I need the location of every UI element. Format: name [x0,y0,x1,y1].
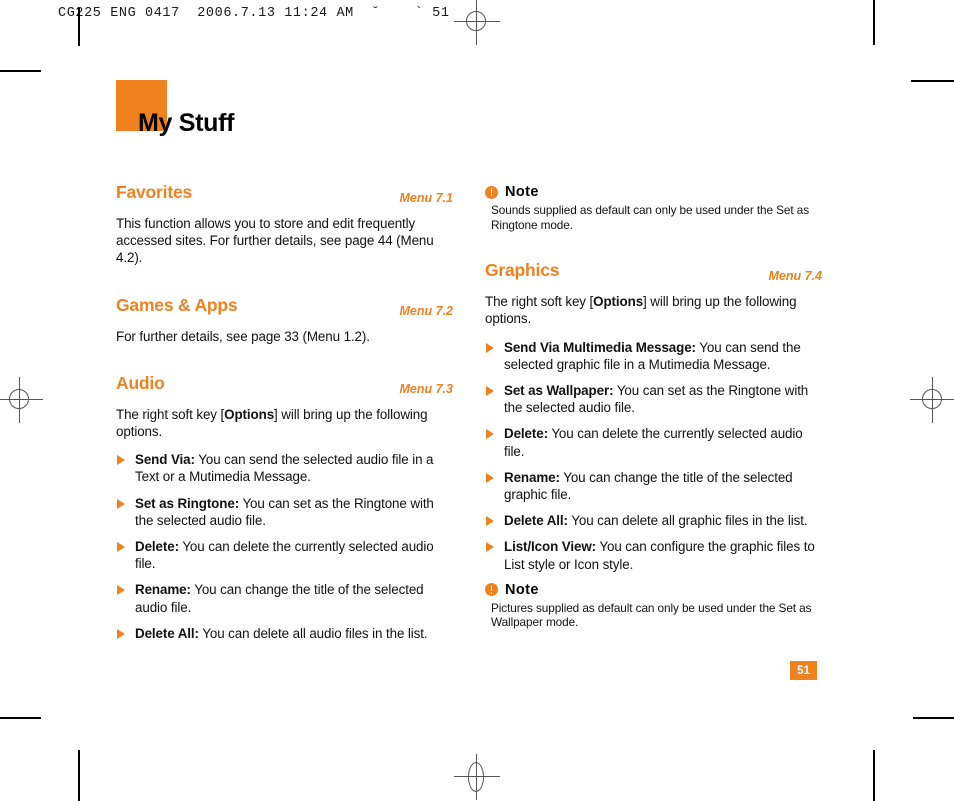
option-text: You can delete the currently selected au… [504,426,803,459]
option-label: Delete: [504,426,548,442]
option-label: Set as Wallpaper: [504,383,614,398]
graphics-intro-pre: The right soft key [ [485,294,594,310]
list-item: Delete: You can delete the currently sel… [485,425,822,459]
option-label: Delete All: [504,513,568,529]
section-header: Graphics Menu 7.4 [485,260,822,284]
manual-page: My Stuff Favorites Menu 7.1 This functio… [0,0,954,801]
list-item: Set as Wallpaper: You can set as the Rin… [485,382,822,416]
note-exclamation-icon [485,583,498,597]
triangle-bullet-icon [117,542,125,553]
note-exclamation-icon [485,185,498,199]
note-header: Note [485,582,822,598]
triangle-bullet-icon [117,498,125,509]
section-header: Favorites Menu 7.1 [116,182,453,206]
note-pictures: Note Pictures supplied as default can on… [485,582,822,630]
audio-options-list: Send Via: You can send the selected audi… [116,451,453,642]
option-label: List/Icon View: [504,539,597,555]
list-item: Send Via Multimedia Message: You can sen… [485,339,822,373]
option-text: You can delete all audio files in the li… [198,625,428,641]
section-header: Games & Apps Menu 7.2 [116,295,453,319]
section-games-apps: Games & Apps Menu 7.2 For further detail… [116,295,453,345]
favorites-paragraph: This function allows you to store and ed… [116,216,434,266]
section-title-graphics: Graphics [485,260,560,281]
list-item: Delete All: You can delete all graphic f… [485,512,822,529]
note-title: Note [505,184,539,200]
option-label: Send Via: [135,452,195,468]
audio-intro-paragraph: The right soft key [Options] will bring … [116,406,453,440]
left-column: Favorites Menu 7.1 This function allows … [116,182,453,651]
option-label: Set as Ringtone: [135,495,240,511]
right-column: Note Sounds supplied as default can only… [485,182,822,630]
section-title-games-apps: Games & Apps [116,294,238,315]
graphics-intro-options-key: Options [593,294,644,310]
section-audio: Audio Menu 7.3 The right soft key [Optio… [116,373,453,642]
option-text: You can delete the currently selected au… [135,539,434,572]
section-graphics: Graphics Menu 7.4 The right soft key [Op… [485,260,822,573]
note-header: Note [485,184,822,200]
section-menu-graphics: Menu 7.4 [768,269,823,284]
section-menu-games-apps: Menu 7.2 [399,303,454,318]
section-menu-audio: Menu 7.3 [399,381,454,396]
option-label: Delete: [135,539,179,555]
audio-intro-options-key: Options [224,406,275,422]
section-title-favorites: Favorites [116,182,193,202]
list-item: Rename: You can change the title of the … [116,581,453,615]
audio-intro-pre: The right soft key [ [116,406,225,422]
section-menu-favorites: Menu 7.1 [399,191,454,205]
triangle-bullet-icon [486,542,494,553]
list-item: Send Via: You can send the selected audi… [116,451,453,485]
list-item: List/Icon View: You can configure the gr… [485,538,822,572]
list-item: Rename: You can change the title of the … [485,469,822,503]
note-sounds: Note Sounds supplied as default can only… [485,184,822,232]
triangle-bullet-icon [117,585,125,596]
page-title: My Stuff [138,109,235,137]
section-favorites: Favorites Menu 7.1 This function allows … [116,182,453,267]
page-number-badge: 51 [790,661,817,680]
games-apps-paragraph: For further details, see page 33 (Menu 1… [116,328,370,344]
option-label: Delete All: [135,625,199,641]
list-item: Delete: You can delete the currently sel… [116,538,453,572]
option-label: Rename: [135,582,191,598]
note-body: Pictures supplied as default can only be… [491,600,812,630]
section-title-audio: Audio [116,372,165,393]
graphics-options-list: Send Via Multimedia Message: You can sen… [485,339,822,573]
triangle-bullet-icon [486,429,494,440]
triangle-bullet-icon [486,472,494,483]
triangle-bullet-icon [486,342,494,353]
section-header: Audio Menu 7.3 [116,373,453,397]
list-item: Delete All: You can delete all audio fil… [116,625,453,642]
option-label: Rename: [504,469,560,485]
graphics-intro-paragraph: The right soft key [Options] will bring … [485,293,822,327]
option-text: You can delete all graphic files in the … [567,513,808,529]
note-body: Sounds supplied as default can only be u… [491,203,809,232]
triangle-bullet-icon [486,386,494,396]
triangle-bullet-icon [486,516,494,527]
option-label: Send Via Multimedia Message: [504,339,696,355]
note-title: Note [505,581,539,598]
triangle-bullet-icon [117,628,125,639]
triangle-bullet-icon [117,455,125,466]
list-item: Set as Ringtone: You can set as the Ring… [116,495,453,529]
